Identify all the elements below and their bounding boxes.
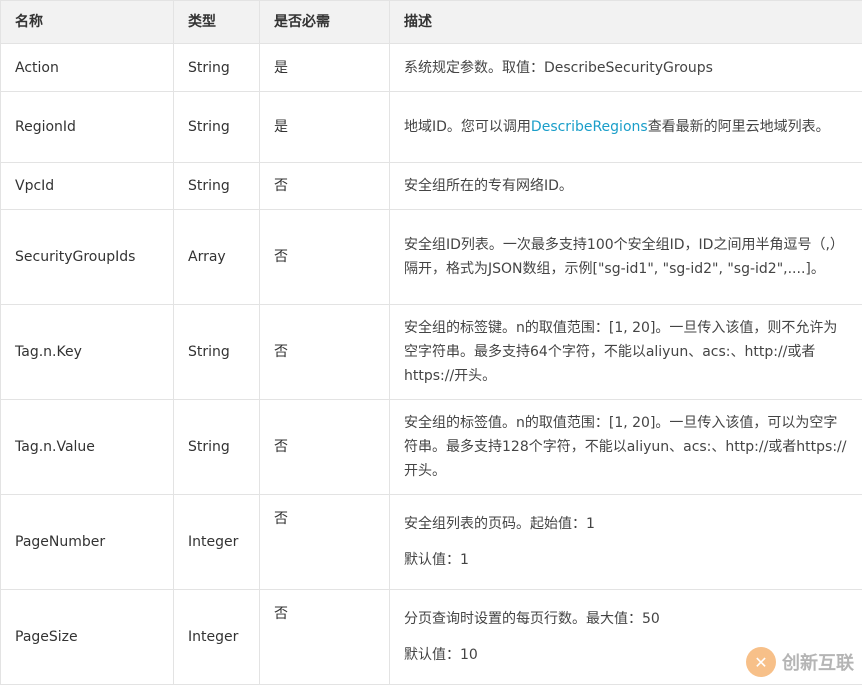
- param-description: 地域ID。您可以调用DescribeRegions查看最新的阿里云地域列表。: [389, 91, 862, 163]
- watermark: ✕ 创新互联: [746, 647, 854, 677]
- table-row: Tag.n.Value String 否 安全组的标签值。n的取值范围：[1, …: [0, 399, 862, 495]
- table-row: Tag.n.Key String 否 安全组的标签键。n的取值范围：[1, 20…: [0, 304, 862, 400]
- param-required: 否: [259, 162, 390, 210]
- param-type: String: [173, 43, 260, 92]
- table-row: RegionId String 是 地域ID。您可以调用DescribeRegi…: [0, 91, 862, 163]
- param-description: 安全组的标签值。n的取值范围：[1, 20]。一旦传入该值，可以为空字符串。最多…: [389, 399, 862, 495]
- param-required: 否: [259, 399, 390, 495]
- param-type: String: [173, 162, 260, 210]
- table-row: SecurityGroupIds Array 否 安全组ID列表。一次最多支持1…: [0, 209, 862, 305]
- param-description: 安全组的标签键。n的取值范围：[1, 20]。一旦传入该值，则不允许为空字符串。…: [389, 304, 862, 400]
- param-required: 否: [259, 589, 390, 685]
- desc-text: 地域ID。您可以调用: [404, 119, 531, 135]
- param-type: String: [173, 399, 260, 495]
- param-required: 否: [259, 494, 390, 590]
- parameter-table: 名称 类型 是否必需 描述 Action String 是 系统规定参数。取值：…: [0, 0, 862, 685]
- table-row: VpcId String 否 安全组所在的专有网络ID。: [0, 162, 862, 210]
- param-name: RegionId: [0, 91, 174, 163]
- table-row: PageSize Integer 否 分页查询时设置的每页行数。最大值：50 默…: [0, 589, 862, 685]
- param-name: PageSize: [0, 589, 174, 685]
- header-required: 是否必需: [259, 0, 390, 44]
- param-required: 是: [259, 91, 390, 163]
- param-name: PageNumber: [0, 494, 174, 590]
- watermark-text: 创新互联: [782, 653, 854, 674]
- desc-text: 查看最新的阿里云地域列表。: [647, 119, 830, 135]
- describe-regions-link[interactable]: DescribeRegions: [531, 119, 648, 135]
- param-type: String: [173, 304, 260, 400]
- param-name: SecurityGroupIds: [0, 209, 174, 305]
- param-description: 安全组所在的专有网络ID。: [389, 162, 862, 210]
- param-description: 系统规定参数。取值：DescribeSecurityGroups: [389, 43, 862, 92]
- param-type: Array: [173, 209, 260, 305]
- param-required: 是: [259, 43, 390, 92]
- desc-line: 分页查询时设置的每页行数。最大值：50: [404, 611, 660, 627]
- table-row: PageNumber Integer 否 安全组列表的页码。起始值：1 默认值：…: [0, 494, 862, 590]
- param-description: 安全组ID列表。一次最多支持100个安全组ID，ID之间用半角逗号（,）隔开，格…: [389, 209, 862, 305]
- param-required: 否: [259, 304, 390, 400]
- header-description: 描述: [389, 0, 862, 44]
- desc-default: 默认值：1: [404, 552, 469, 568]
- param-type: String: [173, 91, 260, 163]
- header-name: 名称: [0, 0, 174, 44]
- param-name: VpcId: [0, 162, 174, 210]
- logo-icon: ✕: [746, 647, 776, 677]
- param-required: 否: [259, 209, 390, 305]
- table-header-row: 名称 类型 是否必需 描述: [0, 0, 862, 44]
- param-name: Action: [0, 43, 174, 92]
- param-type: Integer: [173, 589, 260, 685]
- param-type: Integer: [173, 494, 260, 590]
- param-name: Tag.n.Value: [0, 399, 174, 495]
- header-type: 类型: [173, 0, 260, 44]
- desc-line: 安全组列表的页码。起始值：1: [404, 516, 595, 532]
- param-description: 安全组列表的页码。起始值：1 默认值：1: [389, 494, 862, 590]
- table-row: Action String 是 系统规定参数。取值：DescribeSecuri…: [0, 43, 862, 92]
- param-name: Tag.n.Key: [0, 304, 174, 400]
